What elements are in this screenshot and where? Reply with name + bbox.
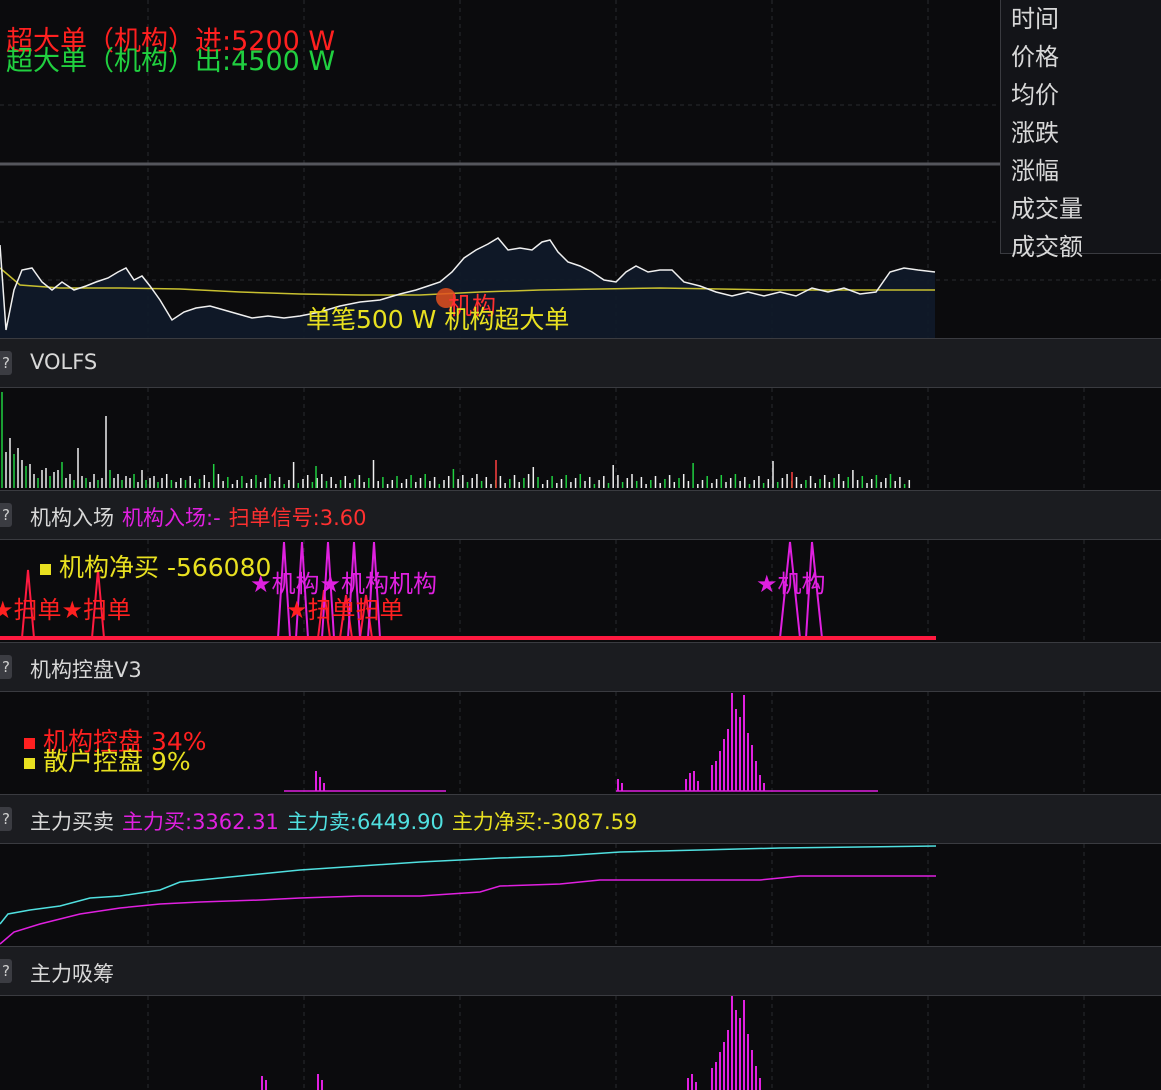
menu-item-avg-price[interactable]: 均价 xyxy=(1001,76,1161,114)
jigou-ruchang-title: 机构入场 xyxy=(30,506,114,530)
entry-label: 机构入场:- xyxy=(122,506,221,530)
menu-item-amount[interactable]: 成交额 xyxy=(1001,228,1161,266)
retail-control-legend: 散户控盘 9% xyxy=(24,748,191,776)
legend-square xyxy=(24,757,35,769)
institution-label-b: ★机构 xyxy=(756,570,826,598)
question-mark-icon[interactable]: ? xyxy=(0,959,12,983)
main-buy-label: 主力买:3362.31 xyxy=(122,810,279,834)
volfs-panel xyxy=(0,388,1161,490)
sweep-signal-label: 扫单信号:3.60 xyxy=(228,506,367,530)
jigou-kongpan-panel: 机构控盘 34% 散户控盘 9% xyxy=(0,692,1161,794)
legend-square xyxy=(24,737,35,749)
question-mark-icon[interactable]: ? xyxy=(0,807,12,831)
menu-item-price[interactable]: 价格 xyxy=(1001,38,1161,76)
context-menu[interactable]: 时间 价格 均价 涨跌 涨幅 成交量 成交额 xyxy=(1000,0,1161,261)
main-sell-line xyxy=(0,845,937,925)
outflow-label: 超大单（机构）出:4500 W xyxy=(6,46,336,77)
jigou-ruchang-title-row: 机构入场 机构入场:- 扫单信号:3.60 xyxy=(30,502,367,532)
main-buy-line xyxy=(0,875,936,945)
threshold-label: 单笔500 W 机构超大单 xyxy=(306,305,570,334)
question-mark-icon[interactable]: ? xyxy=(0,503,12,527)
jigou-kongpan-title: 机构控盘V3 xyxy=(30,658,142,682)
menu-item-change[interactable]: 涨跌 xyxy=(1001,114,1161,152)
zhuli-xichou-panel xyxy=(0,996,1161,1090)
volume-bars xyxy=(1,388,1085,490)
main-net-label: 主力净买:-3087.59 xyxy=(451,810,638,834)
net-buy-legend: 机构净买 -566080 xyxy=(40,554,271,582)
jigou-ruchang-header[interactable]: ? 机构入场 机构入场:- 扫单信号:3.60 xyxy=(0,490,1161,540)
jigou-kongpan-header[interactable]: ? 机构控盘V3 xyxy=(0,642,1161,692)
main-sell-label: 主力卖:6449.90 xyxy=(286,810,444,834)
zhuli-maimai-panel xyxy=(0,844,1161,946)
menu-item-change-pct[interactable]: 涨幅 xyxy=(1001,152,1161,190)
accumulation-bars xyxy=(147,996,1085,1090)
volfs-header[interactable]: ? VOLFS xyxy=(0,338,1161,388)
sweep-label-b: ★扫单扫单 xyxy=(286,596,404,624)
price-panel[interactable]: 超大单（机构）进:5200 W 超大单（机构）出:4500 W 机构 单笔500… xyxy=(0,0,1161,338)
net-buy-label: 机构净买 -566080 xyxy=(59,553,272,582)
zhuli-maimai-title-row: 主力买卖 主力买:3362.31 主力卖:6449.90 主力净买:-3087.59 xyxy=(30,806,637,836)
sweep-label-a: ★扫单★扫单 xyxy=(0,596,132,624)
volfs-title: VOLFS xyxy=(30,350,98,374)
zhuli-maimai-title: 主力买卖 xyxy=(30,810,114,834)
menu-item-volume[interactable]: 成交量 xyxy=(1001,190,1161,228)
zhuli-xichou-title: 主力吸筹 xyxy=(30,962,114,986)
retail-control-label: 散户控盘 9% xyxy=(43,747,191,776)
question-mark-icon[interactable]: ? xyxy=(0,655,12,679)
question-mark-icon[interactable]: ? xyxy=(0,351,12,375)
zhuli-maimai-header[interactable]: ? 主力买卖 主力买:3362.31 主力卖:6449.90 主力净买:-3087.5… xyxy=(0,794,1161,844)
menu-item-time[interactable]: 时间 xyxy=(1001,0,1161,38)
buy-sell-chart xyxy=(0,844,1085,946)
jigou-ruchang-panel: 机构净买 -566080 ★扫单★扫单 ★机构★机构机构 ★扫单扫单 ★机构 xyxy=(0,540,1161,642)
zhuli-xichou-header[interactable]: ? 主力吸筹 xyxy=(0,946,1161,996)
legend-square xyxy=(40,563,51,575)
institution-label-a: ★机构★机构机构 xyxy=(250,570,438,598)
